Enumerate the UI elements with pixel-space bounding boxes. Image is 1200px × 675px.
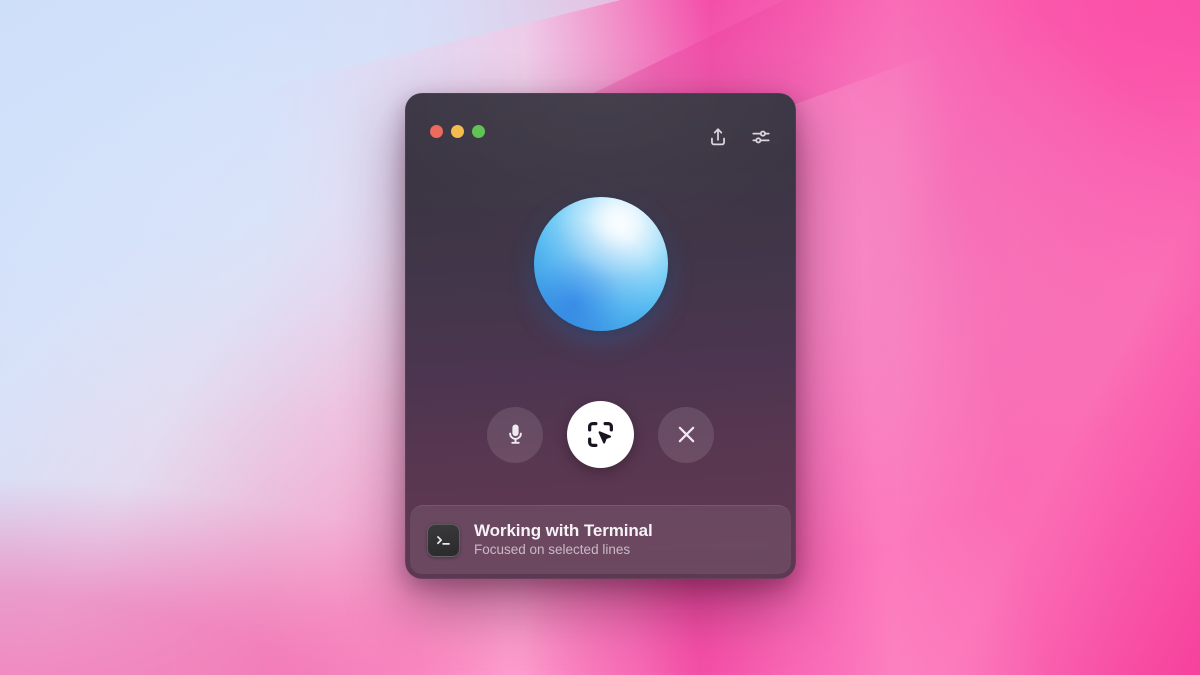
close-window-button[interactable] <box>430 125 443 138</box>
zoom-window-button[interactable] <box>472 125 485 138</box>
desktop-background: Working with Terminal Focused on selecte… <box>0 0 1200 675</box>
screen-capture-cursor-icon <box>585 419 616 450</box>
microphone-button[interactable] <box>487 406 543 463</box>
window-titlebar[interactable] <box>405 93 796 171</box>
close-session-button[interactable] <box>658 406 714 463</box>
traffic-light-group <box>430 125 485 138</box>
assistant-orb[interactable] <box>533 197 668 331</box>
status-subtitle: Focused on selected lines <box>474 542 631 558</box>
orb-area <box>405 171 796 401</box>
share-icon[interactable] <box>707 126 729 148</box>
terminal-icon <box>427 523 460 557</box>
minimize-window-button[interactable] <box>451 125 464 138</box>
close-x-icon <box>674 422 699 447</box>
microphone-icon <box>503 422 528 447</box>
status-title: Working with Terminal <box>474 520 653 540</box>
control-button-row <box>405 401 796 505</box>
titlebar-actions <box>707 125 772 148</box>
assistant-window: Working with Terminal Focused on selecte… <box>405 93 796 579</box>
status-text-group: Working with Terminal Focused on selecte… <box>474 521 653 559</box>
status-bar[interactable]: Working with Terminal Focused on selecte… <box>410 505 791 574</box>
sliders-icon[interactable] <box>750 126 772 148</box>
screen-capture-button[interactable] <box>567 401 634 468</box>
